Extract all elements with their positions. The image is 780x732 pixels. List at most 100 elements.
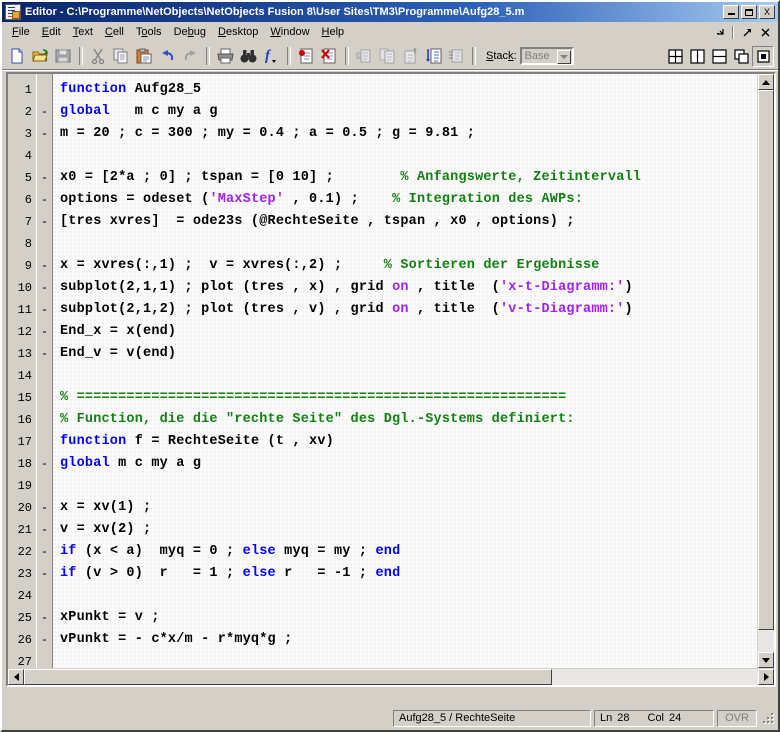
breakpoint-marker[interactable]: -	[37, 211, 52, 233]
breakpoint-marker[interactable]	[37, 475, 52, 497]
code-line[interactable]	[60, 651, 757, 668]
code-line[interactable]: % ======================================…	[60, 387, 757, 409]
horizontal-scroll-thumb[interactable]	[24, 669, 553, 685]
code-line[interactable]: xPunkt = v ;	[60, 607, 757, 629]
code-line[interactable]: [tres xvres] = ode23s (@RechteSeite , ts…	[60, 211, 757, 233]
horizontal-scrollbar[interactable]	[8, 668, 774, 685]
code-line[interactable]: if (v > 0) r = 1 ; else r = -1 ; end	[60, 563, 757, 585]
code-line[interactable]: m = 20 ; c = 300 ; my = 0.4 ; a = 0.5 ; …	[60, 123, 757, 145]
set-breakpoint-icon[interactable]	[295, 46, 317, 67]
find-binoculars-icon[interactable]	[237, 46, 259, 67]
vertical-scrollbar[interactable]	[757, 74, 774, 668]
code-line[interactable]: function Aufg28_5	[60, 79, 757, 101]
maximize-pane-icon[interactable]	[752, 45, 774, 67]
close-icon[interactable]	[757, 24, 773, 40]
breakpoint-marker[interactable]	[37, 145, 52, 167]
horizontal-scroll-track[interactable]	[24, 669, 758, 685]
continue-icon[interactable]	[422, 46, 444, 67]
breakpoint-marker[interactable]: -	[37, 519, 52, 541]
code-line[interactable]: options = odeset ('MaxStep' , 0.1) ; % I…	[60, 189, 757, 211]
step-icon[interactable]	[353, 46, 375, 67]
breakpoint-marker[interactable]: -	[37, 299, 52, 321]
vertical-scroll-thumb[interactable]	[758, 90, 774, 630]
breakpoint-marker[interactable]	[37, 233, 52, 255]
dock-arrow-icon[interactable]	[711, 24, 727, 40]
menu-window[interactable]: Window	[264, 24, 315, 40]
open-folder-icon[interactable]	[29, 46, 51, 67]
save-icon[interactable]	[52, 46, 74, 67]
step-in-icon[interactable]	[376, 46, 398, 67]
code-line[interactable]: v = xv(2) ;	[60, 519, 757, 541]
breakpoint-marker[interactable]: -	[37, 629, 52, 651]
maximize-button[interactable]	[741, 5, 757, 19]
code-line[interactable]: global m c my a g	[60, 101, 757, 123]
tile-vertical-icon[interactable]	[686, 46, 708, 67]
paste-icon[interactable]	[133, 46, 155, 67]
chevron-down-icon[interactable]	[556, 50, 571, 64]
breakpoint-marker[interactable]: -	[37, 343, 52, 365]
code-line[interactable]: if (x < a) myq = 0 ; else myq = my ; end	[60, 541, 757, 563]
cascade-icon[interactable]	[730, 46, 752, 67]
code-line[interactable]: x0 = [2*a ; 0] ; tspan = [0 10] ; % Anfa…	[60, 167, 757, 189]
function-browser-icon[interactable]: f	[260, 46, 282, 67]
code-line[interactable]: x = xv(1) ;	[60, 497, 757, 519]
tile-horizontal-icon[interactable]	[708, 46, 730, 67]
code-line[interactable]: End_x = x(end)	[60, 321, 757, 343]
breakpoint-marker[interactable]	[37, 387, 52, 409]
print-icon[interactable]	[214, 46, 236, 67]
breakpoint-marker[interactable]: -	[37, 453, 52, 475]
code-line[interactable]	[60, 233, 757, 255]
copy-icon[interactable]	[110, 46, 132, 67]
breakpoint-marker[interactable]	[37, 79, 52, 101]
menu-cell[interactable]: Cell	[99, 24, 130, 40]
minimize-button[interactable]	[723, 5, 739, 19]
breakpoint-marker[interactable]	[37, 431, 52, 453]
breakpoint-marker[interactable]: -	[37, 541, 52, 563]
breakpoint-marker[interactable]: -	[37, 101, 52, 123]
code-line[interactable]	[60, 365, 757, 387]
code-line[interactable]: subplot(2,1,1) ; plot (tres , x) , grid …	[60, 277, 757, 299]
scroll-right-button[interactable]	[758, 669, 774, 685]
scroll-up-button[interactable]	[758, 74, 774, 90]
code-line[interactable]	[60, 475, 757, 497]
resize-grip[interactable]	[761, 711, 775, 725]
new-file-icon[interactable]	[6, 46, 28, 67]
code-line[interactable]: subplot(2,1,2) ; plot (tres , v) , grid …	[60, 299, 757, 321]
exit-debug-icon[interactable]	[445, 46, 467, 67]
clear-breakpoints-icon[interactable]	[318, 46, 340, 67]
menu-edit[interactable]: Edit	[36, 24, 67, 40]
breakpoint-marker[interactable]	[37, 585, 52, 607]
code-line[interactable]	[60, 145, 757, 167]
breakpoint-marker[interactable]: -	[37, 189, 52, 211]
menu-debug[interactable]: Debug	[168, 24, 212, 40]
vertical-scroll-track[interactable]	[758, 90, 774, 652]
scroll-down-button[interactable]	[758, 652, 774, 668]
breakpoint-gutter[interactable]: ------------------	[37, 74, 53, 668]
code-line[interactable]: vPunkt = - c*x/m - r*myq*g ;	[60, 629, 757, 651]
menu-tools[interactable]: Tools	[130, 24, 168, 40]
breakpoint-marker[interactable]: -	[37, 255, 52, 277]
breakpoint-marker[interactable]: -	[37, 277, 52, 299]
undock-arrow-icon[interactable]	[739, 24, 755, 40]
code-line[interactable]: function f = RechteSeite (t , xv)	[60, 431, 757, 453]
code-text-area[interactable]: function Aufg28_5 global m c my a g m = 20…	[53, 74, 757, 668]
cut-scissors-icon[interactable]	[87, 46, 109, 67]
breakpoint-marker[interactable]: -	[37, 167, 52, 189]
code-line[interactable]: % Function, die die "rechte Seite" des D…	[60, 409, 757, 431]
code-line[interactable]: x = xvres(:,1) ; v = xvres(:,2) ; % Sort…	[60, 255, 757, 277]
undo-icon[interactable]	[156, 46, 178, 67]
breakpoint-marker[interactable]: -	[37, 607, 52, 629]
code-line[interactable]: End_v = v(end)	[60, 343, 757, 365]
code-line[interactable]: global m c my a g	[60, 453, 757, 475]
breakpoint-marker[interactable]	[37, 409, 52, 431]
breakpoint-marker[interactable]	[37, 651, 52, 668]
breakpoint-marker[interactable]	[37, 365, 52, 387]
menu-desktop[interactable]: Desktop	[212, 24, 264, 40]
stack-dropdown[interactable]: Base	[519, 47, 574, 65]
scroll-left-button[interactable]	[8, 669, 24, 685]
breakpoint-marker[interactable]: -	[37, 321, 52, 343]
tile-grid-icon[interactable]	[664, 46, 686, 67]
step-out-icon[interactable]	[399, 46, 421, 67]
breakpoint-marker[interactable]: -	[37, 123, 52, 145]
breakpoint-marker[interactable]: -	[37, 497, 52, 519]
